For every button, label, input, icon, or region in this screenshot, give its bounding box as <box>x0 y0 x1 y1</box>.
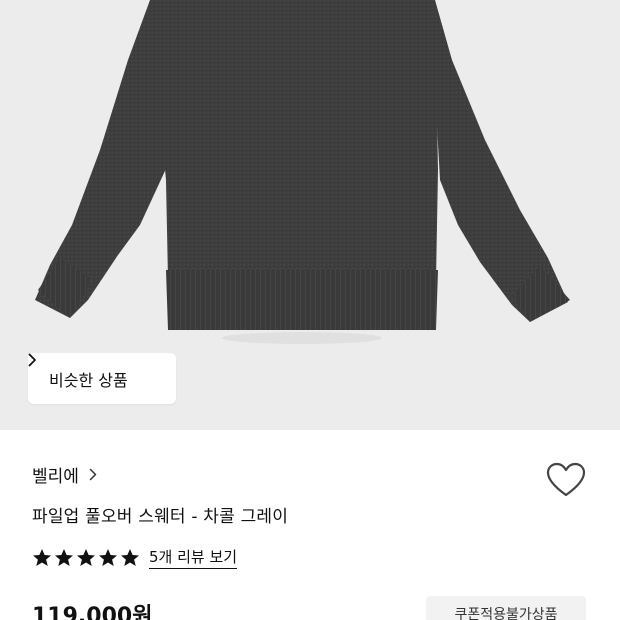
brand-link[interactable]: 벨리에 <box>32 462 97 487</box>
star-filled-icon <box>32 548 52 568</box>
view-reviews-link[interactable]: 5개 리뷰 보기 <box>149 546 238 569</box>
heart-outline-icon[interactable] <box>546 462 586 498</box>
product-title: 파일업 풀오버 스웨터 - 차콜 그레이 <box>32 507 289 527</box>
product-image[interactable]: 비슷한 상품 <box>0 0 620 430</box>
star-filled-icon <box>54 548 74 568</box>
star-filled-icon <box>98 548 118 568</box>
product-price: 119,000원 <box>32 604 153 620</box>
rating-stars <box>32 548 140 568</box>
similar-products-button[interactable]: 비슷한 상품 <box>28 353 176 404</box>
star-filled-icon <box>76 548 96 568</box>
star-filled-icon <box>120 548 140 568</box>
coupon-not-applicable-badge: 쿠폰적용불가상품 <box>426 596 586 620</box>
brand-name: 벨리에 <box>32 467 79 487</box>
similar-products-label: 비슷한 상품 <box>49 370 128 390</box>
chevron-right-icon <box>89 468 97 481</box>
rating-row: 5개 리뷰 보기 <box>32 546 238 569</box>
